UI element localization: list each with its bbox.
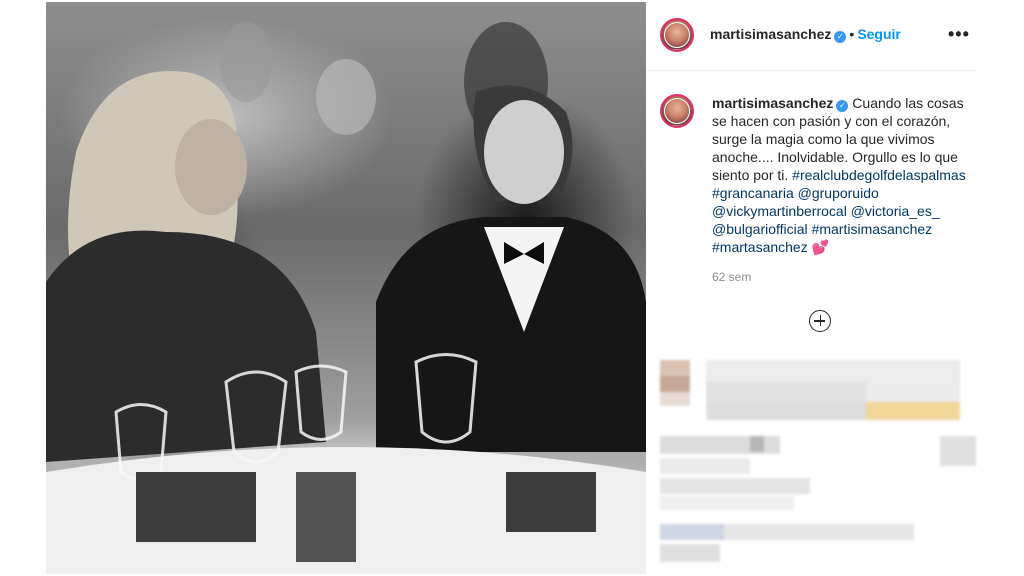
mention-link[interactable]: @vickymartinberrocal [712, 203, 847, 219]
hashtag-link[interactable]: #martasanchez [712, 239, 808, 255]
hashtag-link[interactable]: #martisimasanchez [812, 221, 933, 237]
caption-verified-badge-icon: ✓ [836, 100, 849, 112]
two-hearts-emoji-icon: 💕 [811, 239, 830, 255]
mention-link[interactable]: @bulgariofficial [712, 221, 808, 237]
load-more-comments-icon[interactable] [809, 310, 831, 332]
pixelated-comment [660, 524, 976, 570]
mention-link[interactable]: @victoria_es_ [851, 203, 940, 219]
pixelated-comment [660, 360, 960, 422]
separator-dot: • [849, 26, 855, 42]
author-line: martisimasanchez ✓ • Seguir [710, 26, 901, 44]
verified-badge-icon: ✓ [834, 31, 847, 43]
author-username[interactable]: martisimasanchez [710, 26, 831, 42]
caption-avatar[interactable] [660, 94, 694, 128]
photo-illustration [46, 22, 646, 574]
post-photo[interactable] [46, 2, 646, 574]
author-avatar[interactable] [660, 18, 694, 52]
post-caption: martisimasanchez ✓ Cuando las cosas se ha… [712, 94, 974, 256]
hashtag-link[interactable]: #realclubdegolfdelaspalmas [792, 167, 966, 183]
hashtag-link[interactable]: #grancanaria [712, 185, 794, 201]
pixelated-comment [660, 436, 976, 512]
caption-username[interactable]: martisimasanchez [712, 95, 833, 111]
post-header: martisimasanchez ✓ • Seguir ••• [646, 2, 976, 71]
post-side-panel: martisimasanchez ✓ • Seguir ••• martisimasa… [646, 2, 976, 574]
post-timestamp[interactable]: 62 sem [712, 270, 751, 284]
more-options-icon[interactable]: ••• [948, 24, 970, 45]
mention-link[interactable]: @gruporuido [798, 185, 879, 201]
follow-button[interactable]: Seguir [857, 26, 901, 42]
